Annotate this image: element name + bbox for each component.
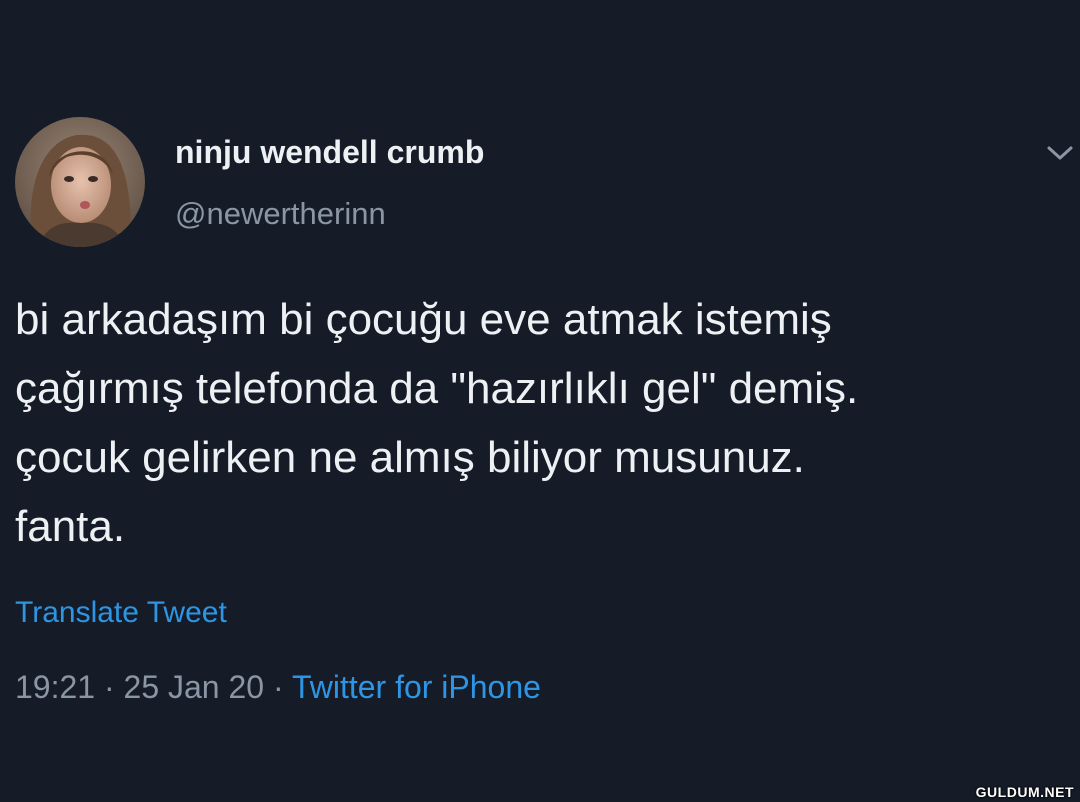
- user-handle[interactable]: @newertherinn: [175, 196, 386, 232]
- more-options-button[interactable]: [1042, 140, 1078, 166]
- tweet-card: ninju wendell crumb @newertherinn bi ark…: [0, 0, 1080, 802]
- tweet-meta: 19:21 · 25 Jan 20 · Twitter for iPhone: [15, 669, 541, 706]
- display-name[interactable]: ninju wendell crumb: [175, 134, 484, 171]
- meta-separator: ·: [272, 669, 284, 705]
- meta-separator: ·: [103, 669, 115, 705]
- tweet-text-line: çocuk gelirken ne almış biliyor musunuz.: [15, 433, 805, 482]
- translate-tweet-link[interactable]: Translate Tweet: [15, 596, 227, 630]
- tweet-text: bi arkadaşım bi çocuğu eve atmak istemiş…: [15, 285, 1075, 561]
- chevron-down-icon: [1047, 146, 1073, 160]
- avatar-image: [15, 117, 145, 247]
- tweet-text-line: çağırmış telefonda da "hazırlıklı gel" d…: [15, 364, 859, 413]
- watermark: GULDUM.NET: [975, 784, 1074, 800]
- tweet-text-line: bi arkadaşım bi çocuğu eve atmak istemiş: [15, 295, 832, 344]
- avatar[interactable]: [15, 117, 145, 247]
- tweet-time[interactable]: 19:21: [15, 669, 95, 705]
- tweet-date[interactable]: 25 Jan 20: [124, 669, 265, 705]
- tweet-source-link[interactable]: Twitter for iPhone: [292, 669, 541, 705]
- tweet-text-line: fanta.: [15, 502, 126, 551]
